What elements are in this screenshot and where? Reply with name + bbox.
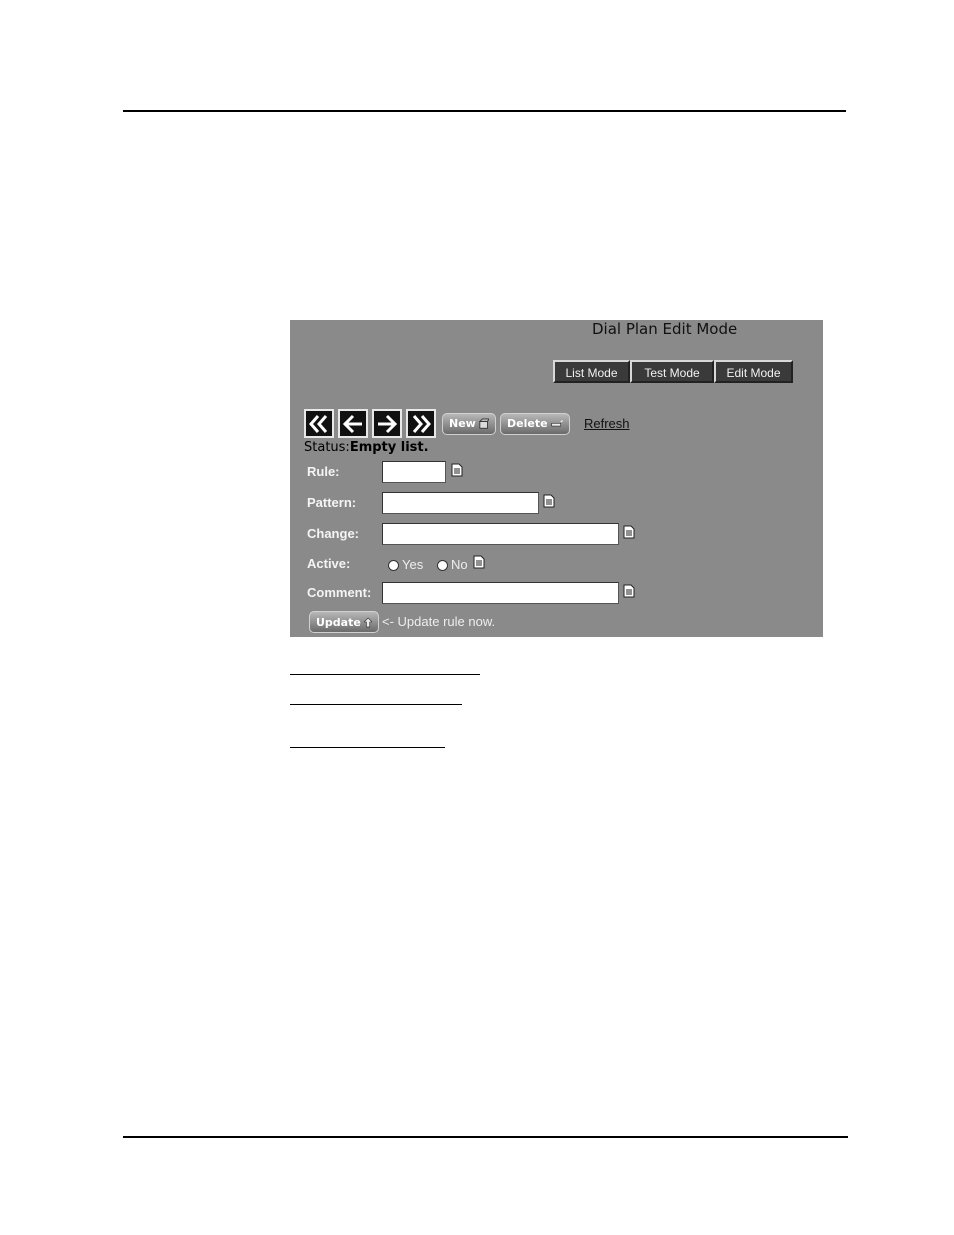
blank-link-line-2	[290, 704, 462, 705]
active-help-icon[interactable]	[473, 555, 485, 569]
next-icon	[378, 414, 398, 433]
previous-record-button[interactable]	[338, 409, 368, 438]
list-mode-button[interactable]: List Mode	[553, 360, 630, 383]
edit-mode-button[interactable]: Edit Mode	[714, 360, 793, 383]
status-label: Status:	[304, 440, 350, 455]
active-no-label: No	[451, 557, 468, 572]
change-input[interactable]	[382, 523, 619, 545]
change-help-icon[interactable]	[623, 525, 635, 539]
page-bottom-rule	[123, 1136, 848, 1138]
change-label: Change:	[307, 526, 359, 541]
delete-button-label: Delete	[507, 417, 548, 430]
dial-plan-panel: Dial Plan Edit Mode List Mode Test Mode …	[290, 320, 823, 637]
comment-label: Comment:	[307, 585, 372, 600]
rule-input[interactable]	[382, 461, 446, 483]
pattern-label: Pattern:	[307, 495, 357, 510]
page-top-rule	[123, 110, 846, 112]
comment-input[interactable]	[382, 582, 619, 604]
blank-link-line-1	[290, 674, 480, 675]
next-record-button[interactable]	[372, 409, 402, 438]
refresh-link[interactable]: Refresh	[584, 416, 630, 431]
new-button-label: New	[449, 417, 476, 430]
last-icon	[412, 414, 431, 433]
active-no-radio[interactable]	[437, 560, 448, 571]
comment-help-icon[interactable]	[623, 584, 635, 598]
test-mode-button[interactable]: Test Mode	[630, 360, 714, 383]
last-record-button[interactable]	[406, 409, 436, 438]
update-button-label: Update	[316, 615, 361, 629]
mode-tabs: List Mode Test Mode Edit Mode	[553, 360, 793, 383]
rule-label: Rule:	[307, 464, 340, 479]
active-label: Active:	[307, 556, 351, 571]
box-icon	[478, 417, 489, 429]
status-value: Empty list.	[349, 440, 429, 455]
panel-title: Dial Plan Edit Mode	[592, 320, 738, 338]
delete-button[interactable]: Delete	[500, 412, 570, 435]
update-hint: <- Update rule now.	[382, 614, 496, 629]
pattern-help-icon[interactable]	[543, 494, 555, 508]
pattern-input[interactable]	[382, 492, 539, 514]
rule-help-icon[interactable]	[451, 463, 463, 477]
previous-icon	[342, 414, 362, 433]
status-line: Status:Empty list.	[304, 440, 429, 455]
new-button[interactable]: New	[442, 412, 496, 435]
update-button[interactable]: Update	[309, 611, 379, 633]
active-yes-radio[interactable]	[388, 560, 399, 571]
first-record-button[interactable]	[304, 409, 334, 438]
active-yes-label: Yes	[402, 557, 424, 572]
eraser-icon	[550, 419, 563, 426]
record-nav-row: New Delete Refresh	[304, 409, 630, 438]
up-arrow-icon	[363, 617, 372, 627]
first-icon	[309, 414, 328, 433]
blank-link-line-3	[290, 747, 445, 748]
